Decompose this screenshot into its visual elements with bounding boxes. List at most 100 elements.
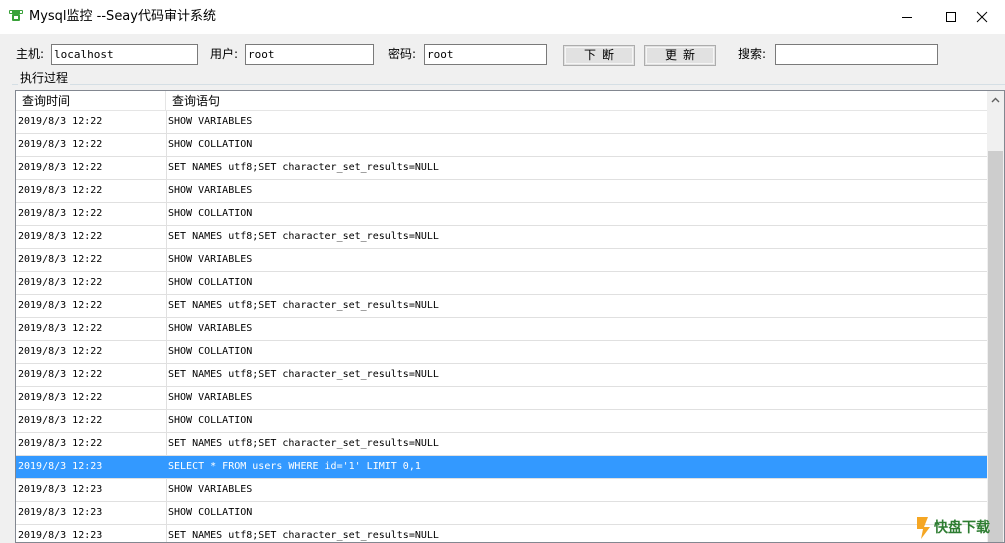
row-query: SHOW COLLATION [168,139,253,150]
table-row[interactable]: 2019/8/3 12:22 SHOW VARIABLES [16,180,987,203]
column-divider [166,525,167,542]
stop-button[interactable]: 下断 [563,45,635,66]
watermark-text: 快盘下载 [934,519,990,536]
row-time: 2019/8/3 12:22 [18,116,103,127]
row-query: SHOW COLLATION [168,277,253,288]
table-row[interactable]: 2019/8/3 12:22 SHOW VARIABLES [16,111,987,134]
vertical-scrollbar[interactable] [987,91,1004,542]
table-row[interactable]: 2019/8/3 12:22 SET NAMES utf8;SET charact… [16,157,987,180]
scroll-up-icon [991,97,1000,102]
row-query: SET NAMES utf8;SET character_set_results… [168,530,439,541]
password-input[interactable]: root [424,44,547,65]
table-row[interactable]: 2019/8/3 12:23 SET NAMES utf8;SET charact… [16,525,987,542]
row-time: 2019/8/3 12:22 [18,139,103,150]
row-query: SHOW COLLATION [168,507,253,518]
row-query: SET NAMES utf8;SET character_set_results… [168,369,439,380]
group-border [12,84,1005,85]
search-input[interactable] [775,44,938,65]
table-row[interactable]: 2019/8/3 12:22 SET NAMES utf8;SET charact… [16,295,987,318]
column-divider [166,410,167,432]
column-divider [166,387,167,409]
row-time: 2019/8/3 12:23 [18,484,103,495]
row-query: SET NAMES utf8;SET character_set_results… [168,162,439,173]
column-divider [166,272,167,294]
row-time: 2019/8/3 12:23 [18,530,103,541]
row-query: SET NAMES utf8;SET character_set_results… [168,438,439,449]
row-query: SHOW VARIABLES [168,323,253,334]
search-label: 搜索: [738,47,767,61]
table-row[interactable]: 2019/8/3 12:23 SHOW VARIABLES [16,479,987,502]
column-divider [166,180,167,202]
column-divider [166,318,167,340]
column-divider [166,479,167,501]
table-row[interactable]: 2019/8/3 12:22 SHOW VARIABLES [16,387,987,410]
table-row[interactable]: 2019/8/3 12:22 SET NAMES utf8;SET charact… [16,226,987,249]
watermark-logo: 快盘下载 [917,517,990,539]
table-row[interactable]: 2019/8/3 12:22 SHOW COLLATION [16,410,987,433]
column-divider [166,157,167,179]
row-time: 2019/8/3 12:22 [18,162,103,173]
close-icon [976,11,988,23]
column-divider [166,295,167,317]
host-label: 主机: [16,47,45,61]
row-time: 2019/8/3 12:22 [18,208,103,219]
column-divider [166,226,167,248]
scroll-thumb[interactable] [988,151,1003,542]
table-row[interactable]: 2019/8/3 12:23 SHOW COLLATION [16,502,987,525]
table-row[interactable]: 2019/8/3 12:22 SHOW COLLATION [16,272,987,295]
row-query: SHOW VARIABLES [168,185,253,196]
column-divider [166,364,167,386]
minimize-icon [902,17,912,18]
row-time: 2019/8/3 12:22 [18,392,103,403]
table-row[interactable]: 2019/8/3 12:22 SHOW COLLATION [16,203,987,226]
row-time: 2019/8/3 12:22 [18,231,103,242]
row-query: SELECT * FROM users WHERE id='1' LIMIT 0… [168,461,421,472]
title-bar[interactable]: Mysql监控 --Seay代码审计系统 [0,0,1005,34]
host-input[interactable]: localhost [51,44,198,65]
column-divider [166,249,167,271]
row-time: 2019/8/3 12:22 [18,254,103,265]
list-header: 查询时间 查询语句 [16,91,987,111]
close-button[interactable] [959,0,1005,34]
row-query: SET NAMES utf8;SET character_set_results… [168,300,439,311]
scroll-up-button[interactable] [987,91,1004,108]
list-rows: 2019/8/3 12:22 SHOW VARIABLES 2019/8/3 12:… [16,111,987,542]
row-time: 2019/8/3 12:22 [18,185,103,196]
column-header-query[interactable]: 查询语句 [166,91,987,111]
query-log-list[interactable]: 查询时间 查询语句 2019/8/3 12:22 SHOW VARIABLES 20… [15,90,1005,543]
refresh-button[interactable]: 更新 [644,45,716,66]
column-divider [166,134,167,156]
maximize-icon [946,12,956,22]
row-time: 2019/8/3 12:22 [18,346,103,357]
column-divider [166,341,167,363]
group-label: 执行过程 [18,71,71,85]
row-query: SHOW COLLATION [168,415,253,426]
password-label: 密码: [388,47,417,61]
column-divider [166,433,167,455]
row-time: 2019/8/3 12:23 [18,461,103,472]
column-header-time[interactable]: 查询时间 [16,91,166,111]
table-row[interactable]: 2019/8/3 12:22 SET NAMES utf8;SET charact… [16,364,987,387]
user-label: 用户: [210,47,239,61]
row-time: 2019/8/3 12:22 [18,415,103,426]
column-divider [166,203,167,225]
row-time: 2019/8/3 12:22 [18,277,103,288]
row-time: 2019/8/3 12:22 [18,323,103,334]
table-row[interactable]: 2019/8/3 12:22 SHOW VARIABLES [16,249,987,272]
row-query: SHOW VARIABLES [168,392,253,403]
row-query: SHOW VARIABLES [168,254,253,265]
row-time: 2019/8/3 12:22 [18,369,103,380]
app-icon [9,10,23,21]
table-row[interactable]: 2019/8/3 12:23 SELECT * FROM users WHERE … [16,456,987,479]
table-row[interactable]: 2019/8/3 12:22 SHOW COLLATION [16,341,987,364]
table-row[interactable]: 2019/8/3 12:22 SET NAMES utf8;SET charact… [16,433,987,456]
minimize-button[interactable] [884,0,930,34]
row-time: 2019/8/3 12:22 [18,300,103,311]
user-input[interactable]: root [245,44,374,65]
table-row[interactable]: 2019/8/3 12:22 SHOW VARIABLES [16,318,987,341]
table-row[interactable]: 2019/8/3 12:22 SHOW COLLATION [16,134,987,157]
row-query: SET NAMES utf8;SET character_set_results… [168,231,439,242]
row-query: SHOW COLLATION [168,208,253,219]
row-query: SHOW COLLATION [168,346,253,357]
column-divider [166,502,167,524]
